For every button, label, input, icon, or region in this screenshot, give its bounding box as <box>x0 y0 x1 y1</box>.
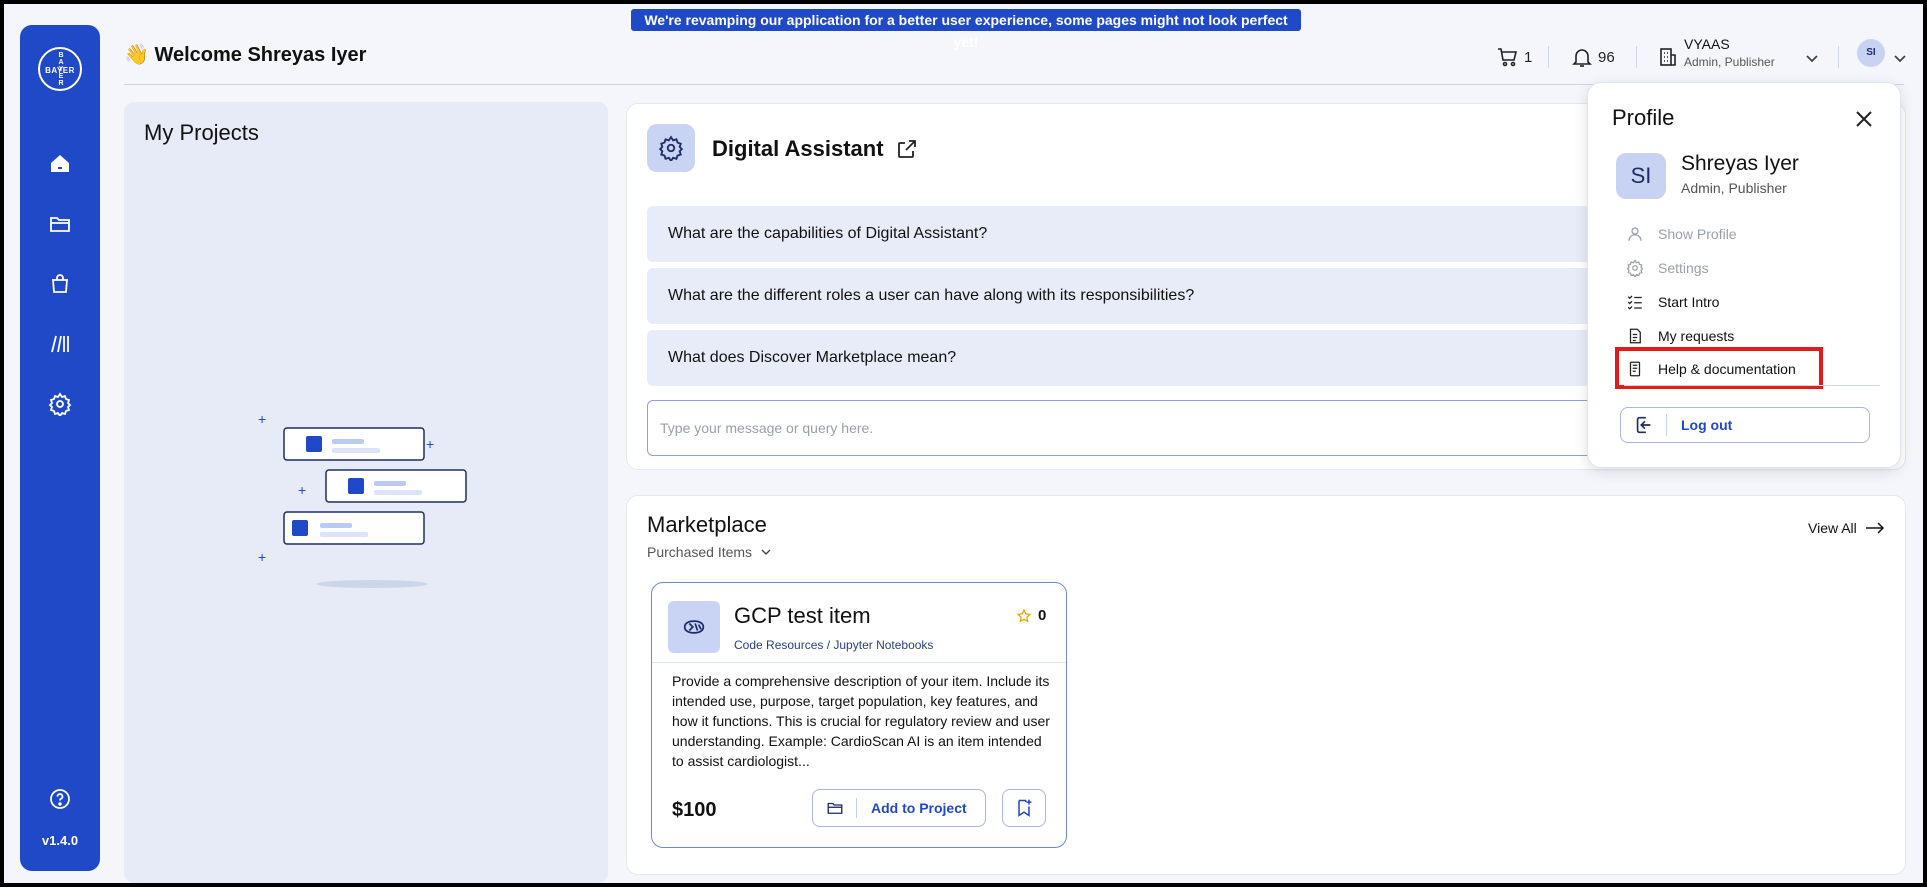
sidebar-item-help[interactable] <box>46 785 74 813</box>
sidebar-item-marketplace[interactable] <box>46 270 74 298</box>
empty-projects-illustration: + + + + <box>258 412 467 588</box>
item-thumbnail <box>668 601 720 653</box>
building-icon <box>1660 48 1676 66</box>
arrow-right-icon <box>1865 522 1884 534</box>
announcement-banner: We're revamping our application for a be… <box>631 9 1301 50</box>
notifications-button[interactable]: 96 <box>1570 45 1615 69</box>
item-name: GCP test item <box>734 603 871 628</box>
user-icon <box>1628 227 1642 241</box>
menu-item-settings[interactable]: Settings <box>1626 259 1709 277</box>
rating-value: 0 <box>1038 607 1047 624</box>
profile-popup: Profile SI Shreyas Iyer Admin, Publisher… <box>1587 82 1901 468</box>
profile-avatar: SI <box>1616 153 1666 199</box>
welcome-heading: 👋 Welcome Shreyas Iyer <box>124 42 366 67</box>
library-icon <box>51 335 69 353</box>
filter-label: Purchased Items <box>647 544 753 560</box>
app-window: We're revamping our application for a be… <box>4 4 1923 883</box>
menu-item-start-intro[interactable]: Start Intro <box>1626 293 1719 311</box>
marketplace-card: Marketplace Purchased Items View All GCP… <box>626 495 1906 875</box>
cart-button[interactable]: 1 <box>1496 45 1532 69</box>
cart-count: 1 <box>1524 48 1533 66</box>
add-to-project-button[interactable]: Add to Project <box>812 789 986 827</box>
panel-title: My Projects <box>144 120 259 145</box>
settings-icon <box>48 392 72 416</box>
user-menu-toggle[interactable] <box>1888 46 1916 70</box>
svg-text:+: + <box>258 549 266 565</box>
sidebar-item-projects[interactable] <box>46 210 74 238</box>
gear-icon <box>1626 259 1644 277</box>
version-label: v1.4.0 <box>41 833 79 848</box>
sidebar-item-settings[interactable] <box>46 390 74 418</box>
logout-label: Log out <box>1681 417 1733 433</box>
item-category: Code Resources / Jupyter Notebooks <box>734 638 934 652</box>
organization-name: VYAAS <box>1684 36 1730 52</box>
header-divider <box>1838 46 1839 68</box>
external-link-icon[interactable] <box>895 137 919 161</box>
user-avatar[interactable]: SI <box>1857 39 1885 67</box>
profile-name: Shreyas Iyer <box>1681 152 1799 175</box>
marketplace-item-card[interactable]: GCP test item 0 Code Resources / Jupyter… <box>651 582 1067 848</box>
item-description: Provide a comprehensive description of y… <box>672 673 1050 769</box>
wave-emoji: 👋 <box>124 44 149 66</box>
checklist-icon <box>1627 295 1642 310</box>
profile-title: Profile <box>1612 105 1675 130</box>
folder-icon <box>813 798 857 818</box>
my-projects-panel: My Projects + + + + <box>124 102 608 883</box>
logo-horizontal-text: BAYER <box>45 66 75 75</box>
chevron-down-icon <box>1894 55 1906 63</box>
view-all-label: View All <box>1808 520 1857 536</box>
svg-text:+: + <box>426 436 434 452</box>
sidebar-item-home[interactable] <box>46 150 74 178</box>
star-icon <box>1016 607 1032 622</box>
menu-item-show-profile[interactable]: Show Profile <box>1626 225 1737 243</box>
menu-item-my-requests[interactable]: My requests <box>1626 327 1734 345</box>
svg-text:+: + <box>298 482 306 498</box>
close-icon[interactable] <box>1852 107 1876 131</box>
document-icon <box>1629 328 1641 344</box>
profile-role: Admin, Publisher <box>1681 180 1787 196</box>
assistant-icon <box>647 124 695 172</box>
view-all-link[interactable]: View All <box>1808 520 1885 536</box>
sidebar-item-library[interactable] <box>46 330 74 358</box>
organization-selector[interactable] <box>1656 45 1684 69</box>
marketplace-title: Marketplace <box>647 512 767 537</box>
logout-button[interactable]: Log out <box>1620 407 1870 443</box>
bayer-logo[interactable]: B A Y E R BAYER <box>38 47 82 91</box>
chevron-down-icon <box>761 549 771 555</box>
logout-icon <box>1621 414 1667 436</box>
item-rating[interactable]: 0 <box>1016 607 1046 624</box>
gear-icon <box>658 135 684 161</box>
shopping-bag-icon <box>52 274 68 293</box>
brain-icon <box>683 620 705 634</box>
cart-icon <box>1498 48 1518 67</box>
purchased-items-dropdown[interactable]: Purchased Items <box>647 544 774 560</box>
organization-role: Admin, Publisher <box>1684 55 1775 69</box>
svg-text:+: + <box>258 412 266 427</box>
assistant-title: Digital Assistant <box>712 136 884 161</box>
item-price: $100 <box>672 799 717 821</box>
welcome-text: Welcome Shreyas Iyer <box>154 44 367 66</box>
help-icon <box>50 789 70 809</box>
header-divider <box>1636 46 1637 68</box>
bookmark-button[interactable] <box>1002 789 1046 827</box>
card-divider <box>652 662 1066 663</box>
header-divider <box>1548 46 1549 68</box>
bookmark-add-icon <box>1018 799 1032 817</box>
notification-count: 96 <box>1598 48 1615 66</box>
organization-dropdown[interactable] <box>1800 46 1828 70</box>
chevron-down-icon <box>1806 55 1818 63</box>
add-to-project-label: Add to Project <box>871 800 967 816</box>
profile-divider <box>1624 385 1880 386</box>
help-highlight-box <box>1615 347 1823 389</box>
bell-icon <box>1572 49 1592 67</box>
home-icon <box>51 155 69 172</box>
sidebar: B A Y E R BAYER v1.4.0 <box>20 25 100 871</box>
folder-icon <box>50 217 70 232</box>
